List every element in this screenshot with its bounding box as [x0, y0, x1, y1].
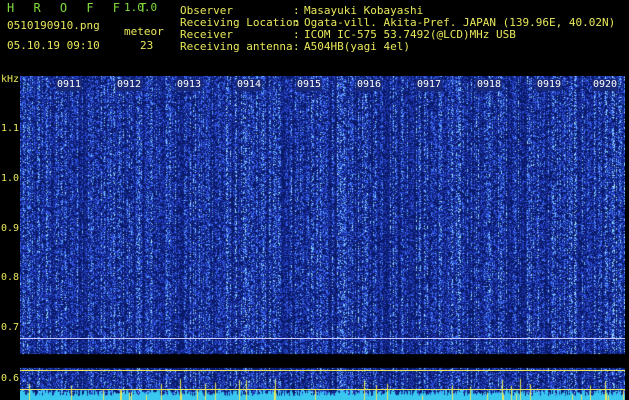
- y-tick-label: 0.9: [1, 223, 20, 234]
- info-colon: :: [293, 40, 300, 53]
- info-value-antenna: A504HB(yagi 4el): [304, 40, 410, 53]
- meteor-count: 23: [140, 39, 154, 52]
- datetime-label: 05.10.19 09:10: [7, 39, 100, 52]
- app-version: 1.0.0: [124, 1, 158, 14]
- lower-guide-line: [20, 370, 625, 371]
- time-mark: 0912: [116, 79, 143, 91]
- time-mark: 0913: [176, 79, 203, 91]
- time-mark: 0917: [416, 79, 443, 91]
- y-tick-label: 1.1: [1, 123, 20, 134]
- filename-label: 0510190910.png: [7, 19, 100, 32]
- meteor-label: meteor: [124, 25, 164, 38]
- y-tick-label: 1.0: [1, 173, 20, 184]
- info-label-antenna: Receiving antenna: [180, 40, 293, 53]
- time-mark: 0911: [56, 79, 83, 91]
- time-mark: 0915: [296, 79, 323, 91]
- y-tick-label: 0.6: [1, 373, 20, 384]
- header-panel: H R O F F T 1.0.0 0510190910.png meteor …: [0, 0, 629, 74]
- baseline-line: [20, 338, 625, 339]
- time-mark: 0916: [356, 79, 383, 91]
- spectrogram-border: [625, 74, 629, 400]
- time-mark: 0918: [476, 79, 503, 91]
- spectrogram: [20, 76, 625, 400]
- time-mark: 0914: [236, 79, 263, 91]
- y-axis-panel: kHz 1.1 1.0 0.9 0.8 0.7 0.6: [0, 74, 20, 400]
- lower-guide-line: [20, 389, 625, 390]
- y-tick-label: 0.8: [1, 272, 20, 283]
- y-tick-label: 0.7: [1, 322, 20, 333]
- y-axis-unit: kHz: [1, 74, 20, 85]
- time-mark: 0920: [592, 79, 619, 91]
- time-mark: 0919: [536, 79, 563, 91]
